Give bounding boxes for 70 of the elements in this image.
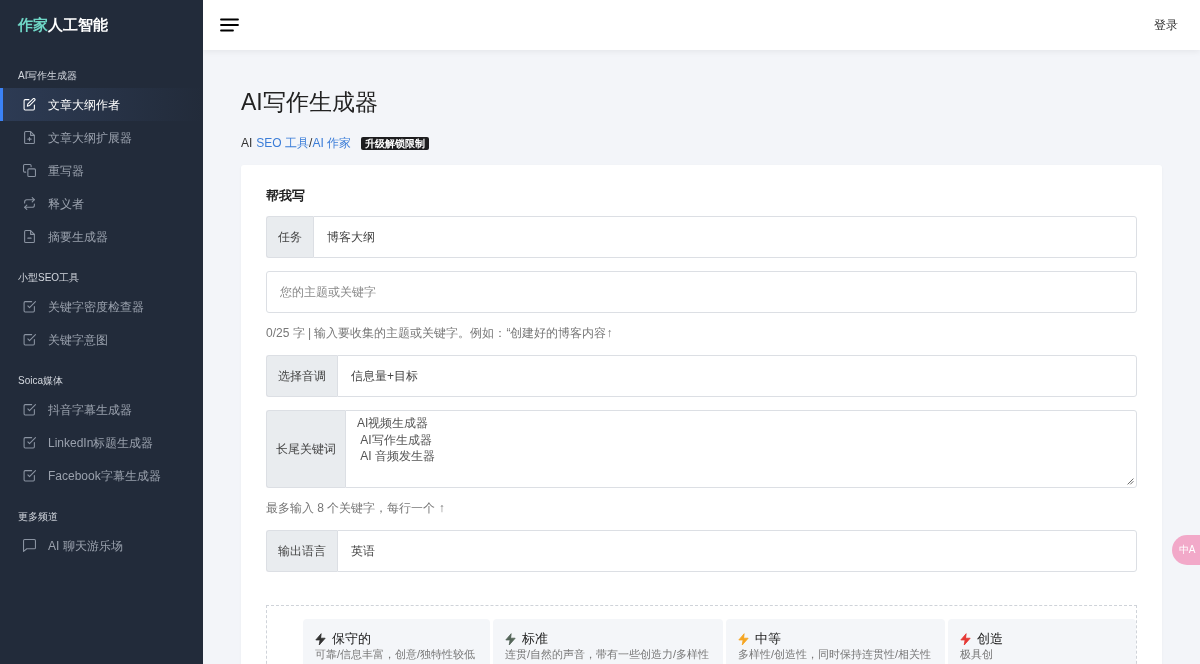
sidebar-item-label: 释义者 bbox=[48, 195, 84, 213]
option-title: 中等 bbox=[755, 630, 781, 648]
breadcrumb-text: AI bbox=[241, 135, 253, 151]
sidebar-item[interactable]: AI 聊天游乐场 bbox=[0, 529, 203, 562]
sidebar-item-label: 文章大纲作者 bbox=[48, 96, 120, 114]
sidebar-item-label: 文章大纲扩展器 bbox=[48, 129, 132, 147]
option-card[interactable]: 标准 连贯/自然的声音，带有一些创造力/多样性 bbox=[493, 619, 723, 664]
option-description: 可靠/信息丰富，创意/独特性较低 bbox=[315, 648, 476, 661]
sidebar-item[interactable]: 关键字意图 bbox=[0, 323, 203, 356]
field-label: 选择音调 bbox=[266, 355, 337, 397]
checkbox-icon bbox=[23, 436, 36, 449]
option-card[interactable]: 创造 极具创 bbox=[948, 619, 1136, 664]
page-title: AI写作生成器 bbox=[241, 88, 378, 116]
input-field[interactable]: 您的主题或关键字 bbox=[266, 271, 1137, 313]
sidebar-item-label: Facebook字幕生成器 bbox=[48, 467, 161, 485]
field-label: 输出语言 bbox=[266, 530, 337, 572]
breadcrumb-link[interactable]: AI 作家 bbox=[312, 135, 352, 151]
breadcrumb-text: / bbox=[309, 135, 313, 151]
menu-icon[interactable] bbox=[220, 18, 239, 32]
input-field[interactable]: 博客大纲 bbox=[313, 216, 1137, 258]
sidebar-item-label: 重写器 bbox=[48, 162, 84, 180]
option-title: 标准 bbox=[522, 630, 548, 648]
sidebar-item-label: AI 聊天游乐场 bbox=[48, 537, 123, 555]
logo-text: 作家人工智能 bbox=[18, 15, 108, 35]
sidebar-item[interactable]: 关键字密度检查器 bbox=[0, 290, 203, 323]
option-title: 创造 bbox=[977, 630, 1003, 648]
option-description: 连贯/自然的声音，带有一些创造力/多样性 bbox=[505, 648, 710, 661]
file-minus-icon bbox=[23, 230, 36, 243]
section-heading: AI写作生成器 bbox=[18, 69, 78, 83]
section-heading: 更多频道 bbox=[18, 510, 58, 524]
checkbox-icon bbox=[23, 300, 36, 313]
edit-icon bbox=[23, 98, 36, 111]
sidebar-item[interactable]: LinkedIn标题生成器 bbox=[0, 426, 203, 459]
section-heading: 小型SEO工具 bbox=[18, 271, 80, 285]
file-plus-icon bbox=[23, 131, 36, 144]
swap-arrows-icon bbox=[23, 197, 36, 210]
sidebar-item[interactable]: 重写器 bbox=[0, 154, 203, 187]
checkbox-icon bbox=[23, 333, 36, 346]
sidebar-item[interactable]: 释义者 bbox=[0, 187, 203, 220]
sidebar-item[interactable]: 抖音字幕生成器 bbox=[0, 393, 203, 426]
section-heading: Soica媒体 bbox=[18, 374, 63, 388]
upgrade-badge: 升级解锁限制 bbox=[361, 136, 430, 150]
sidebar-item[interactable]: 文章大纲扩展器 bbox=[0, 121, 203, 154]
sidebar-item-label: LinkedIn标题生成器 bbox=[48, 434, 154, 452]
breadcrumb-link[interactable]: SEO 工具 bbox=[256, 135, 310, 151]
help-text: 最多输入 8 个关键字，每行一个 ↑ bbox=[266, 500, 445, 517]
field-label: 长尾关键词 bbox=[266, 410, 345, 488]
form-heading: 帮我写 bbox=[266, 187, 305, 205]
sidebar-item[interactable]: 摘要生成器 bbox=[0, 220, 203, 253]
chat-bubble-icon bbox=[23, 539, 36, 552]
checkbox-icon bbox=[23, 469, 36, 482]
option-description: 多样性/创造性，同时保持连贯性/相关性 bbox=[738, 648, 932, 661]
option-title: 保守的 bbox=[332, 630, 371, 648]
help-text: 0/25 字 | 输入要收集的主题或关键字。例如：“创建好的博客内容↑ bbox=[266, 325, 613, 342]
sidebar-item-label: 关键字密度检查器 bbox=[48, 298, 144, 316]
sidebar-item-label: 关键字意图 bbox=[48, 331, 108, 349]
sidebar-item-label: 摘要生成器 bbox=[48, 228, 108, 246]
sidebar-item-label: 抖音字幕生成器 bbox=[48, 401, 132, 419]
input-field[interactable]: 信息量+目标 bbox=[337, 355, 1137, 397]
option-card[interactable]: 中等 多样性/创造性，同时保持连贯性/相关性 bbox=[726, 619, 945, 664]
checkbox-icon bbox=[23, 403, 36, 416]
option-card[interactable]: 保守的 可靠/信息丰富，创意/独特性较低 bbox=[303, 619, 490, 664]
input-field[interactable]: 英语 bbox=[337, 530, 1137, 572]
option-description: 极具创 bbox=[960, 648, 993, 661]
copy-icon bbox=[23, 164, 36, 177]
resize-handle-icon[interactable] bbox=[1127, 478, 1134, 485]
keywords-textarea[interactable]: AI视频生成器 AI写作生成器 AI 音频发生器 bbox=[345, 410, 1137, 488]
login-link[interactable]: 登录 bbox=[1154, 16, 1178, 34]
field-label: 任务 bbox=[266, 216, 313, 258]
sidebar-item[interactable]: Facebook字幕生成器 bbox=[0, 459, 203, 492]
